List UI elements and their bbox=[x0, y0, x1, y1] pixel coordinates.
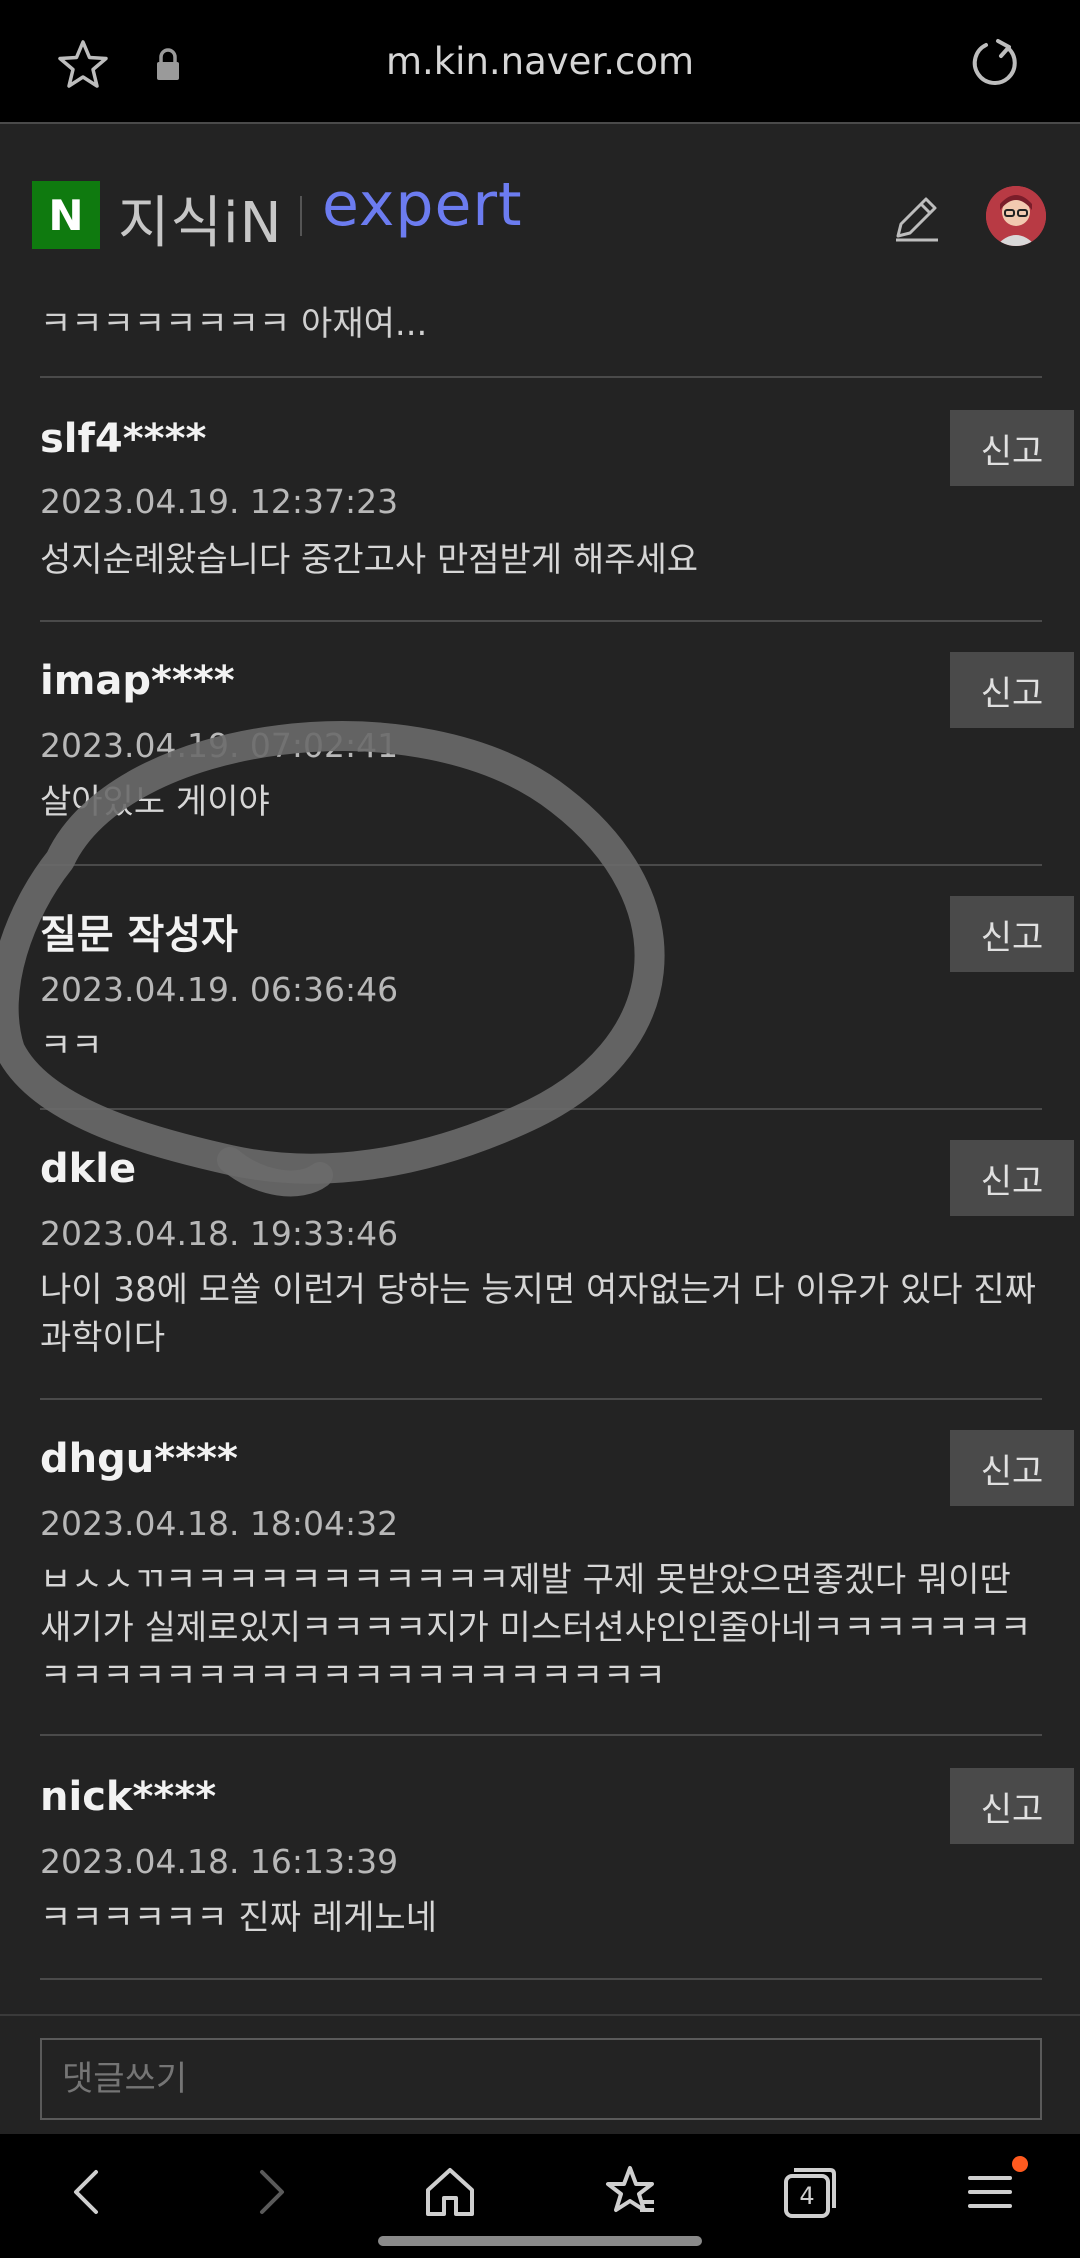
comment-author[interactable]: nick**** bbox=[40, 1774, 216, 1820]
avatar[interactable] bbox=[986, 186, 1046, 246]
report-button[interactable]: 신고 bbox=[950, 1430, 1074, 1506]
divider bbox=[40, 376, 1042, 378]
report-button[interactable]: 신고 bbox=[950, 1140, 1074, 1216]
comment-input[interactable] bbox=[40, 2038, 1042, 2120]
comment-author[interactable]: imap**** bbox=[40, 658, 235, 704]
forward-icon[interactable] bbox=[240, 2162, 300, 2222]
divider bbox=[40, 1978, 1042, 1980]
comment-date: 2023.04.18. 19:33:46 bbox=[40, 1214, 399, 1253]
comment-text: 나이 38에 모쏠 이런거 당하는 능지면 여자없는거 다 이유가 있다 진짜 … bbox=[40, 1270, 1036, 1358]
tab-count: 4 bbox=[799, 2182, 815, 2210]
comment-text: ㅋㅋㅋㅋㅋㅋ 진짜 레게노네 bbox=[40, 1898, 437, 1938]
notification-dot bbox=[1012, 2156, 1028, 2172]
site-header: N 지식iN expert bbox=[0, 126, 1080, 286]
comment-text: ㅋㅋ bbox=[40, 1026, 103, 1066]
divider bbox=[40, 1734, 1042, 1736]
reload-icon[interactable] bbox=[968, 36, 1022, 90]
home-icon[interactable] bbox=[420, 2162, 480, 2222]
tabs-button[interactable]: 4 bbox=[780, 2162, 840, 2222]
comment-input-bar bbox=[0, 2014, 1080, 2134]
comment-date: 2023.04.19. 12:37:23 bbox=[40, 482, 399, 521]
comment-date: 2023.04.18. 18:04:32 bbox=[40, 1504, 399, 1543]
comment-author[interactable]: dkle bbox=[40, 1146, 136, 1192]
comment-text: 살아있노 게이야 bbox=[40, 782, 270, 822]
pencil-write-icon[interactable] bbox=[886, 188, 946, 248]
divider bbox=[40, 864, 1042, 866]
report-button[interactable]: 신고 bbox=[950, 652, 1074, 728]
comment-author[interactable]: dhgu**** bbox=[40, 1436, 238, 1482]
comment-date: 2023.04.18. 16:13:39 bbox=[40, 1842, 399, 1881]
comment-text: ㅂㅅㅅㄲㅋㅋㅋㅋㅋㅋㅋㅋㅋㅋㅋ제발 구제 못받았으면좋겠다 뭐이딴새기가 실제로… bbox=[40, 1560, 1032, 1696]
naver-logo-letter: N bbox=[48, 190, 84, 240]
comment-author[interactable]: slf4**** bbox=[40, 416, 206, 462]
report-button[interactable]: 신고 bbox=[950, 410, 1074, 486]
back-icon[interactable] bbox=[58, 2162, 118, 2222]
comment-date: 2023.04.19. 06:36:46 bbox=[40, 970, 399, 1009]
brand-separator bbox=[300, 196, 302, 236]
bookmarks-icon[interactable] bbox=[600, 2162, 660, 2222]
browser-toolbar: m.kin.naver.com bbox=[0, 0, 1080, 124]
naver-logo[interactable]: N bbox=[32, 181, 100, 249]
comment-author[interactable]: 질문 작성자 bbox=[40, 902, 238, 960]
report-button[interactable]: 신고 bbox=[950, 1768, 1074, 1844]
comment-date: 2023.04.19. 07:02:41 bbox=[40, 726, 399, 765]
menu-icon[interactable] bbox=[960, 2162, 1020, 2222]
gesture-home-indicator[interactable] bbox=[378, 2236, 702, 2246]
divider bbox=[40, 1398, 1042, 1400]
comment-text-truncated: ㅋㅋㅋㅋㅋㅋㅋㅋ 아재여... bbox=[40, 304, 428, 344]
url-bar[interactable]: m.kin.naver.com bbox=[0, 40, 1080, 83]
divider bbox=[40, 1108, 1042, 1110]
brand-kin-link[interactable]: 지식iN bbox=[118, 178, 283, 259]
divider bbox=[40, 620, 1042, 622]
report-button[interactable]: 신고 bbox=[950, 896, 1074, 972]
comment-text: 성지순례왔습니다 중간고사 만점받게 해주세요 bbox=[40, 540, 699, 580]
brand-expert-link[interactable]: expert bbox=[322, 170, 523, 240]
